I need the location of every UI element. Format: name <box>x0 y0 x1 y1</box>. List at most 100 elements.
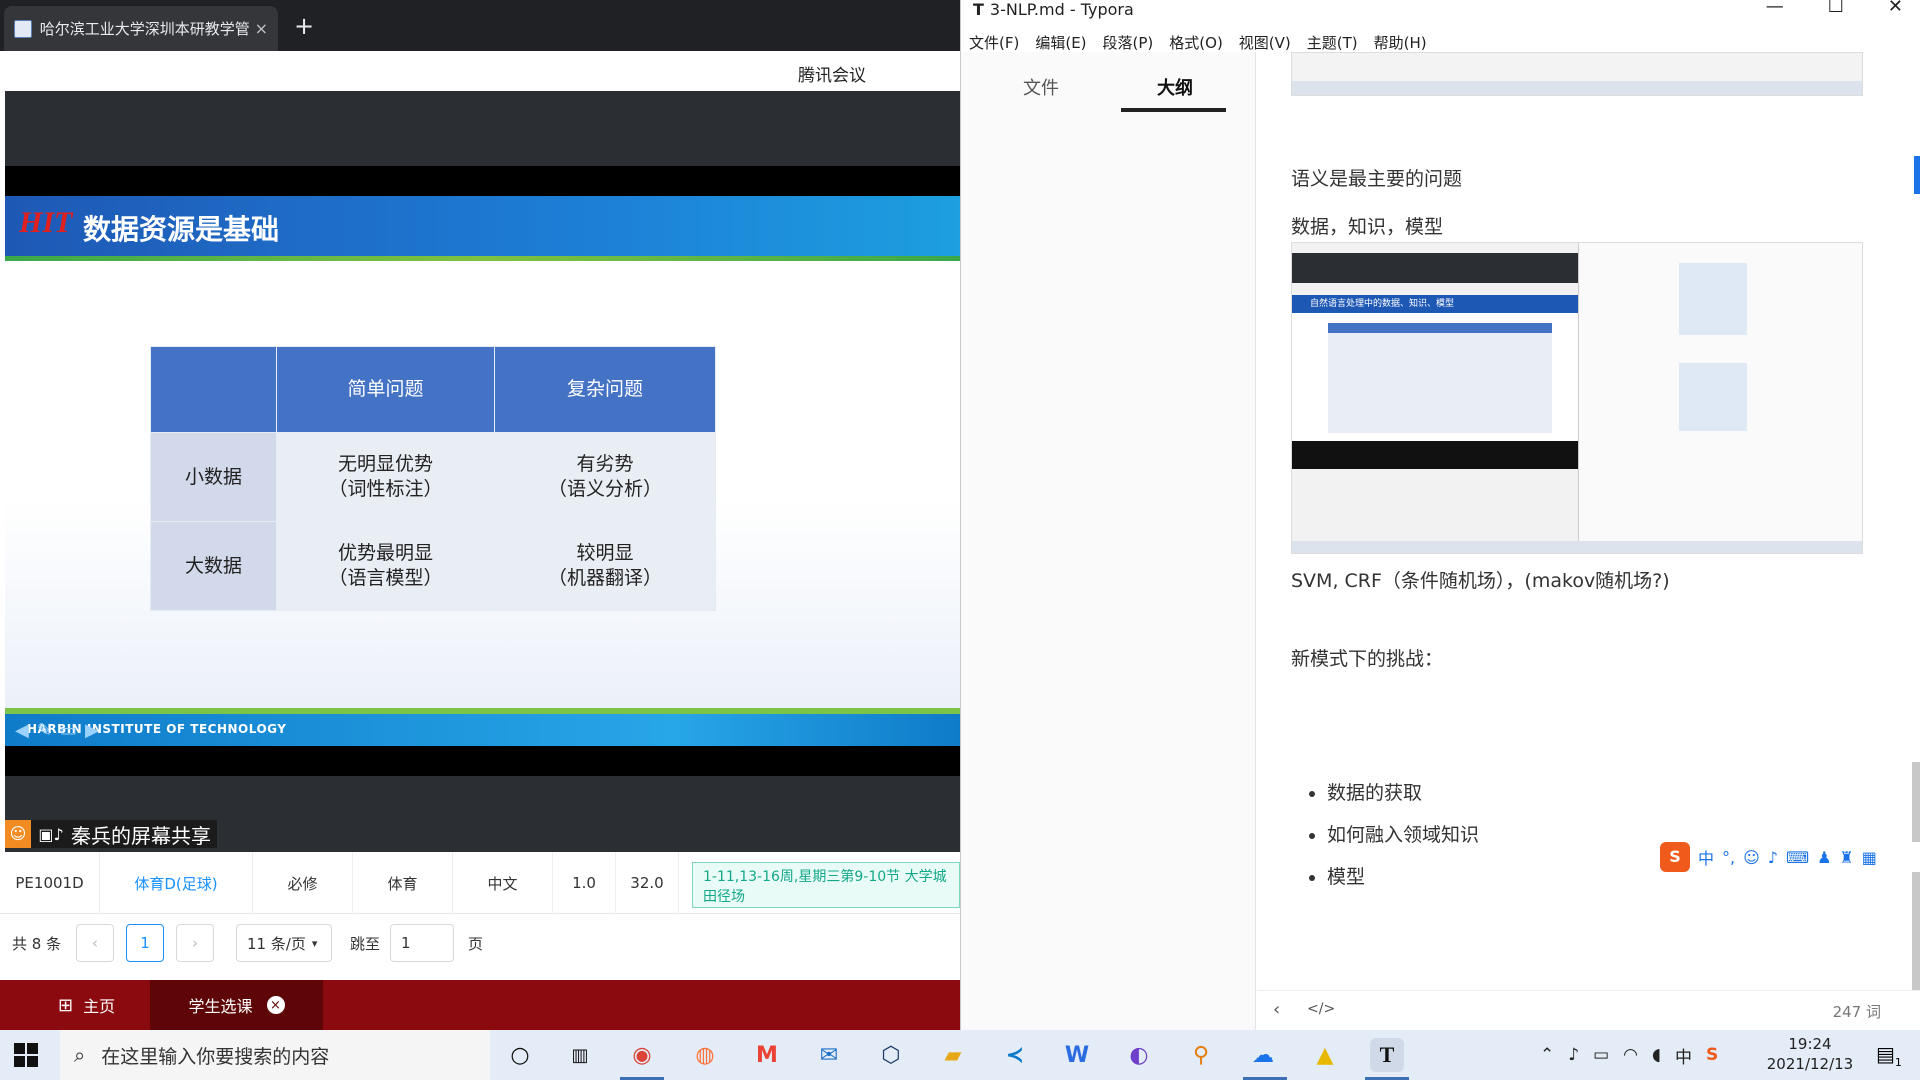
wps-icon[interactable]: W <box>1060 1038 1094 1072</box>
chevron-up-icon[interactable]: ⌃ <box>1540 1045 1554 1065</box>
cell-sub: （语义分析） <box>547 478 662 500</box>
sogou-tray-icon[interactable]: S <box>1706 1045 1718 1065</box>
wifi-icon[interactable]: ◠ <box>1623 1045 1638 1065</box>
course-category: 体育 <box>353 852 453 914</box>
course-name-link[interactable]: 体育D(足球) <box>100 852 253 914</box>
new-tab-button[interactable]: + <box>294 12 314 40</box>
col-header-complex: 复杂问题 <box>494 346 716 433</box>
menu-help[interactable]: 帮助(H) <box>1374 32 1427 53</box>
col-header-simple: 简单问题 <box>276 346 495 433</box>
system-clock[interactable]: 19:24 2021/12/13 <box>1750 1034 1870 1074</box>
browser-tab[interactable]: 哈尔滨工业大学深圳本研教学管 × <box>4 6 278 51</box>
nav-course-select[interactable]: 学生选课 × <box>150 980 323 1030</box>
nested-slide-body <box>1292 313 1578 441</box>
notification-icon[interactable]: ▤1 <box>1876 1042 1902 1069</box>
editor-scrollbar[interactable] <box>1912 762 1920 990</box>
cell-sub: （词性标注） <box>328 478 443 500</box>
virtualbox-icon[interactable]: ⬡ <box>874 1038 908 1072</box>
source-code-mode-icon[interactable]: </> <box>1307 1001 1335 1017</box>
start-button[interactable] <box>14 1043 38 1067</box>
clock-date: 2021/12/13 <box>1766 1055 1854 1073</box>
sogou-logo-icon[interactable]: S <box>1660 842 1690 872</box>
total-count: 共 8 条 <box>12 934 62 953</box>
nested-thumb-1 <box>1679 263 1747 335</box>
slide-menu-icon[interactable]: ▭ <box>60 720 77 741</box>
tab-outline[interactable]: 大纲 <box>1157 74 1193 100</box>
jump-page-input[interactable]: 1 <box>390 924 455 962</box>
menu-view[interactable]: 视图(V) <box>1239 32 1291 53</box>
next-slide-icon[interactable]: ▶ <box>85 720 99 741</box>
maximize-button[interactable]: ☐ <box>1828 0 1844 17</box>
menu-edit[interactable]: 编辑(E) <box>1035 32 1086 53</box>
page-size-select[interactable]: 11 条/页 ▾ <box>236 924 332 962</box>
clock-time: 19:24 <box>1788 1035 1832 1053</box>
cell-big-simple: 优势最明显 （语言模型） <box>276 521 495 611</box>
list-item: 模型 <box>1327 856 1479 898</box>
firefox-icon[interactable]: ◍ <box>688 1038 722 1072</box>
next-page-button[interactable]: › <box>176 924 214 962</box>
ime-punct-toggle[interactable]: °, <box>1722 848 1735 867</box>
active-tab-indicator <box>1121 108 1226 112</box>
volume-icon[interactable]: ◖ <box>1652 1045 1661 1065</box>
ime-mode-toggle[interactable]: 中 <box>1698 845 1714 869</box>
task-view-icon[interactable]: ▥ <box>563 1038 597 1072</box>
pen-icon[interactable]: ✎ <box>37 720 52 741</box>
windows-logo-pane <box>14 1043 25 1054</box>
close-window-button[interactable]: ✕ <box>1888 0 1903 17</box>
cortana-icon[interactable]: ○ <box>503 1038 537 1072</box>
nested-typora <box>1578 243 1862 543</box>
drive-icon[interactable]: ▲ <box>1308 1038 1342 1072</box>
menu-format[interactable]: 格式(O) <box>1169 32 1223 53</box>
chrome-icon[interactable]: ◉ <box>625 1038 659 1072</box>
vscode-icon[interactable]: ≺ <box>998 1038 1032 1072</box>
skin-icon[interactable]: ♜ <box>1839 848 1853 867</box>
file-explorer-icon[interactable]: ▰ <box>936 1038 970 1072</box>
cell-sub: （机器翻译） <box>547 567 662 589</box>
github-icon[interactable]: ◐ <box>1122 1038 1156 1072</box>
challenge-list: 数据的获取 如何融入领域知识 模型 <box>1291 772 1479 898</box>
battery-icon[interactable]: ▭ <box>1593 1045 1609 1065</box>
mic-icon[interactable]: ♪ <box>1768 848 1778 867</box>
user-icon[interactable]: ♟ <box>1817 848 1831 867</box>
tab-files[interactable]: 文件 <box>1023 74 1059 100</box>
emoji-icon[interactable]: ☺ <box>1743 848 1760 867</box>
scroll-marker <box>1914 156 1920 194</box>
keyboard-icon[interactable]: ⌨ <box>1786 848 1809 867</box>
prev-slide-icon[interactable]: ◀ <box>15 720 29 741</box>
tencent-meeting-icon[interactable]: ☁ <box>1246 1038 1280 1072</box>
nav-home[interactable]: ⊞ 主页 <box>58 980 115 1030</box>
page-1-button[interactable]: 1 <box>126 924 164 962</box>
taskbar-search[interactable]: ⌕ 在这里输入你要搜索的内容 <box>60 1030 490 1080</box>
tab-close-icon[interactable]: × <box>255 19 268 38</box>
share-letterbox-top <box>5 166 960 196</box>
search-tool-icon[interactable]: ⚲ <box>1184 1038 1218 1072</box>
editor-line-semantics: 语义是最主要的问题 <box>1291 168 1463 190</box>
menu-paragraph[interactable]: 段落(P) <box>1103 32 1154 53</box>
menu-theme[interactable]: 主题(T) <box>1307 32 1358 53</box>
nav-home-label: 主页 <box>83 997 116 1016</box>
gmail-icon[interactable]: M <box>750 1038 784 1072</box>
slide-footer: HARBIN INSTITUTE OF TECHNOLOGY <box>5 696 960 746</box>
sharer-label: ☺ ▣♪ 秦兵的屏幕共享 <box>5 820 217 848</box>
close-tab-icon[interactable]: × <box>266 996 285 1014</box>
cell-main: 较明显 <box>576 542 634 564</box>
list-item: 如何融入领域知识 <box>1327 814 1479 856</box>
prev-page-button[interactable]: ‹ <box>76 924 114 962</box>
grid-icon[interactable]: ▦ <box>1862 848 1877 867</box>
word-count[interactable]: 247 词 <box>1833 1001 1881 1022</box>
window-controls: — ☐ ✕ <box>1766 0 1903 17</box>
minimize-button[interactable]: — <box>1766 0 1784 17</box>
table-corner <box>150 346 277 433</box>
menu-file[interactable]: 文件(F) <box>969 32 1019 53</box>
course-type: 必修 <box>253 852 353 914</box>
microphone-icon[interactable]: ♪ <box>1568 1045 1579 1065</box>
toggle-sidebar-icon[interactable]: ‹ <box>1273 999 1280 1020</box>
row-header-small-data: 小数据 <box>150 432 277 522</box>
ime-language[interactable]: 中 <box>1675 1043 1692 1068</box>
typora-taskbar-icon[interactable]: T <box>1370 1038 1404 1072</box>
slide-header-stripe <box>5 256 960 261</box>
course-code: PE1001D <box>0 852 100 914</box>
cell-main: 无明显优势 <box>337 453 433 475</box>
mail-icon[interactable]: ✉ <box>812 1038 846 1072</box>
typora-titlebar: T 3-NLP.md - Typora — ☐ ✕ <box>961 0 1920 22</box>
